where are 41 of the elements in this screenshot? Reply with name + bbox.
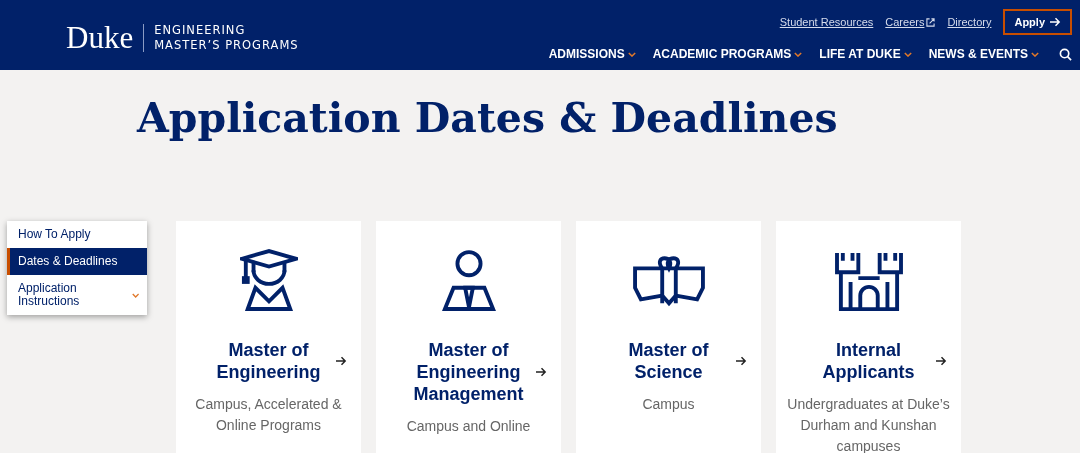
site-subtitle: ENGINEERING xyxy=(154,23,247,38)
site-subtitle: MASTER’S PROGRAMS xyxy=(154,38,299,53)
nav-menu-item[interactable]: LIFE AT DUKE xyxy=(819,47,912,61)
external-link-icon xyxy=(926,17,936,27)
arrow-right-icon xyxy=(936,356,947,366)
page-title: Application Dates & Deadlines xyxy=(135,93,839,144)
graduate-icon xyxy=(239,249,298,313)
program-card[interactable]: Master of Engineering Management Campus and Online xyxy=(376,221,561,453)
program-card[interactable]: Internal Applicants Undergraduates at Duke’s Durham and Kunshan campuses xyxy=(776,221,961,453)
professional-icon xyxy=(441,249,496,313)
logo[interactable]: Duke xyxy=(66,20,134,56)
card-description: Campus and Online xyxy=(405,417,532,436)
card-title: Master of Engineering Management xyxy=(412,339,525,405)
program-card[interactable]: Master of Engineering Campus, Accelerated & Online Programs xyxy=(176,221,361,453)
side-menu-item[interactable]: Dates & Deadlines xyxy=(7,248,147,275)
nav-menu-item[interactable]: ACADEMIC PROGRAMS xyxy=(652,47,803,61)
nav-menu-item[interactable]: ADMISSIONS xyxy=(548,47,636,61)
utility-link[interactable]: Careers xyxy=(885,16,936,28)
chevron-down-icon xyxy=(131,292,139,298)
arrow-right-icon xyxy=(536,367,547,377)
card-title: Master of Engineering xyxy=(215,339,322,383)
side-menu-item[interactable]: Application Instructions xyxy=(7,275,147,315)
card-description: Undergraduates at Duke’s Durham and Kunshan campuses xyxy=(786,395,951,453)
program-card[interactable]: Master of Science Campus xyxy=(576,221,761,453)
arrow-right-icon xyxy=(336,356,347,366)
search-icon[interactable] xyxy=(1059,47,1072,61)
card-title: Internal Applicants xyxy=(821,339,916,383)
utility-link[interactable]: Directory xyxy=(947,16,992,28)
nav-menu-item[interactable]: NEWS & EVENTS xyxy=(928,47,1039,61)
chevron-down-icon xyxy=(794,51,803,57)
chevron-down-icon xyxy=(1031,51,1039,57)
side-menu-item[interactable]: How To Apply xyxy=(7,221,147,248)
card-title: Master of Science xyxy=(627,339,710,383)
arrow-right-icon xyxy=(736,356,747,366)
apply-button[interactable]: Apply xyxy=(1003,9,1072,35)
arrow-right-icon xyxy=(1050,17,1061,27)
card-description: Campus xyxy=(641,395,696,414)
utility-link[interactable]: Student Resources xyxy=(779,16,874,28)
card-description: Campus, Accelerated & Online Programs xyxy=(194,395,343,435)
chevron-down-icon xyxy=(627,51,636,57)
chevron-down-icon xyxy=(903,51,912,57)
